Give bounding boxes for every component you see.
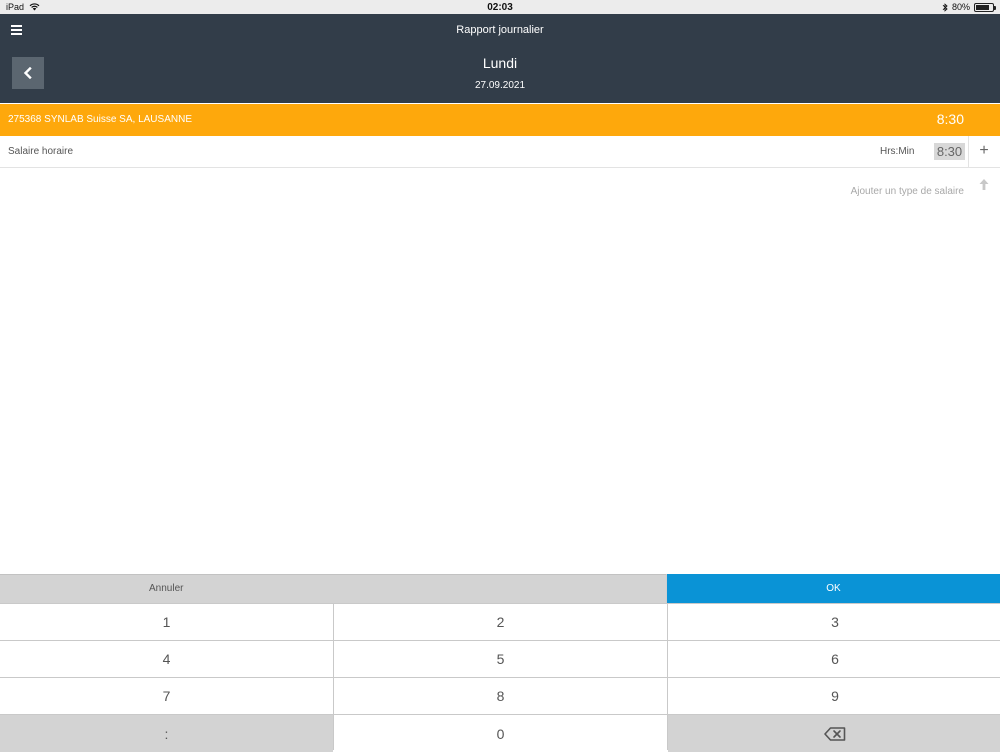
day-label: Lundi <box>482 55 518 71</box>
status-right: 80% <box>942 2 996 12</box>
hours-input[interactable]: 8:30 <box>934 143 965 160</box>
keypad-action-row: Annuler OK <box>0 574 1000 603</box>
key-5[interactable]: 5 <box>334 641 667 677</box>
add-wage-type-link[interactable]: Ajouter un type de salaire <box>851 186 964 197</box>
key-0[interactable]: 0 <box>334 715 667 752</box>
arrow-up-icon <box>979 179 989 190</box>
row-divider <box>968 136 969 168</box>
battery-icon <box>974 2 996 12</box>
backspace-key[interactable] <box>668 715 1000 752</box>
page-title: Rapport journalier <box>456 24 544 36</box>
numeric-keypad: Annuler OK 1 2 3 4 5 6 7 8 9 : 0 <box>0 574 1000 752</box>
wage-type-label: Salaire horaire <box>8 146 74 157</box>
app-header: Rapport journalier Lundi 27.09.2021 <box>0 14 1000 103</box>
client-row[interactable]: 275368 SYNLAB Suisse SA, LAUSANNE 8:30 <box>0 104 1000 136</box>
bluetooth-icon <box>942 2 948 12</box>
client-name: 275368 SYNLAB Suisse SA, LAUSANNE <box>8 114 192 125</box>
backspace-icon <box>824 726 846 741</box>
wage-entry-row: Salaire horaire Hrs:Min 8:30 + <box>0 136 1000 168</box>
status-bar: iPad 02:03 80% <box>0 0 1000 14</box>
keypad-keys: 1 2 3 4 5 6 7 8 9 : 0 <box>0 603 1000 752</box>
ok-button[interactable]: OK <box>667 574 1000 603</box>
add-entry-button[interactable]: + <box>975 142 993 162</box>
cancel-button[interactable]: Annuler <box>0 574 666 603</box>
status-time: 02:03 <box>487 2 513 13</box>
cancel-label: Annuler <box>149 583 184 594</box>
date-label: 27.09.2021 <box>474 80 526 91</box>
key-8[interactable]: 8 <box>334 678 667 714</box>
key-7[interactable]: 7 <box>0 678 333 714</box>
time-unit-label: Hrs:Min <box>880 146 915 157</box>
client-total-hours: 8:30 <box>936 111 964 127</box>
key-9[interactable]: 9 <box>668 678 1000 714</box>
key-1[interactable]: 1 <box>0 604 333 640</box>
key-colon[interactable]: : <box>0 715 333 752</box>
battery-fill <box>976 4 989 10</box>
key-3[interactable]: 3 <box>668 604 1000 640</box>
key-2[interactable]: 2 <box>334 604 667 640</box>
key-4[interactable]: 4 <box>0 641 333 677</box>
battery-percent: 80% <box>951 2 970 12</box>
key-6[interactable]: 6 <box>668 641 1000 677</box>
